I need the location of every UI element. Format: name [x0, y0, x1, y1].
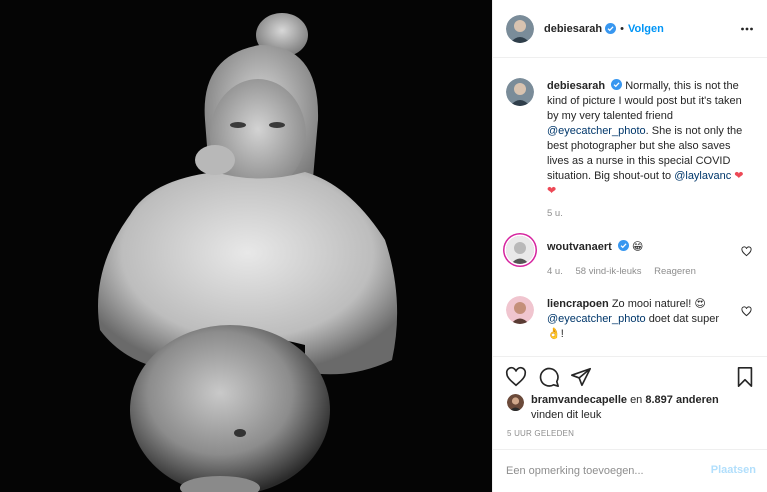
- commenter-avatar[interactable]: [506, 296, 534, 324]
- ok-hand-emoji: 👌: [547, 328, 561, 340]
- mention-link[interactable]: @eyecatcher_photo: [547, 313, 646, 325]
- caption-text: debiesarah Normally, this is not the kin…: [547, 79, 750, 199]
- mention-link[interactable]: @eyecatcher_photo: [547, 125, 646, 137]
- verified-badge-icon: [605, 23, 617, 34]
- verified-badge-icon: [617, 240, 629, 251]
- caption-meta: 5 u.: [547, 208, 573, 219]
- more-options-icon[interactable]: [740, 22, 754, 36]
- grin-emoji: 😁: [631, 241, 644, 253]
- comment-body-3: !: [560, 328, 564, 340]
- follow-button[interactable]: Volgen: [628, 23, 664, 35]
- comment-input[interactable]: [506, 462, 696, 480]
- likes-line-2: vinden dit leuk: [531, 409, 602, 421]
- post-sidebar: debiesarah • Volgen debiesarah Normally,…: [492, 0, 767, 492]
- comment-author[interactable]: liencrapoen: [547, 298, 609, 310]
- comment-text: woutvanaert 😁: [547, 240, 734, 255]
- reply-button[interactable]: Reageren: [654, 266, 696, 277]
- post-timestamp[interactable]: 5 UUR GELEDEN: [507, 429, 574, 438]
- verified-badge-icon: [611, 79, 623, 90]
- comment-body-2: doet dat super: [648, 313, 720, 325]
- author-avatar[interactable]: [506, 14, 534, 43]
- comment-body: Zo mooi naturel!: [611, 298, 692, 310]
- add-comment-bar: Plaatsen: [493, 449, 767, 492]
- post-comment-button[interactable]: Plaatsen: [711, 464, 756, 476]
- heart-eyes-emoji: 😍: [694, 298, 706, 310]
- share-icon[interactable]: [570, 366, 592, 388]
- bookmark-icon[interactable]: [734, 366, 756, 388]
- separator-dot: •: [620, 22, 624, 35]
- comment-text: liencrapoen Zo mooi naturel! 😍 @eyecatch…: [547, 297, 734, 342]
- author-username[interactable]: debiesarah: [544, 23, 602, 35]
- comment-author[interactable]: woutvanaert: [547, 241, 612, 253]
- comment-icon[interactable]: [538, 366, 560, 388]
- comment-meta: 4 u. 58 vind-ik-leuks Reageren: [547, 266, 706, 277]
- caption-row: debiesarah Normally, this is not the kin…: [506, 78, 758, 228]
- comment-time[interactable]: 4 u.: [547, 266, 563, 277]
- comment-like-icon[interactable]: [741, 306, 752, 317]
- likes-others[interactable]: 8.897 anderen: [645, 394, 718, 406]
- caption-time[interactable]: 5 u.: [547, 208, 563, 219]
- liker-avatar[interactable]: [507, 394, 524, 411]
- likes-line: bramvandecapelle en 8.897 anderen: [531, 393, 719, 408]
- caption-author-avatar[interactable]: [506, 78, 534, 106]
- commenter-avatar[interactable]: [506, 236, 534, 264]
- mention-link[interactable]: @laylavanc: [674, 170, 731, 182]
- post-photo[interactable]: [0, 0, 492, 492]
- post-header: debiesarah • Volgen: [493, 0, 767, 58]
- comment-row: liencrapoen Zo mooi naturel! 😍 @eyecatch…: [506, 296, 758, 351]
- action-bar: [493, 356, 767, 394]
- pregnancy-photo-image: [0, 0, 492, 492]
- heart-icon[interactable]: [505, 366, 527, 388]
- liker-username[interactable]: bramvandecapelle: [531, 394, 627, 406]
- caption-author[interactable]: debiesarah: [547, 80, 605, 92]
- comment-likes[interactable]: 58 vind-ik-leuks: [576, 266, 642, 277]
- comment-like-icon[interactable]: [741, 246, 752, 257]
- likes-connector: en: [630, 394, 643, 406]
- comments-section[interactable]: debiesarah Normally, this is not the kin…: [493, 58, 767, 356]
- comment-row: woutvanaert 😁 4 u. 58 vind-ik-leuks Reag…: [506, 236, 758, 280]
